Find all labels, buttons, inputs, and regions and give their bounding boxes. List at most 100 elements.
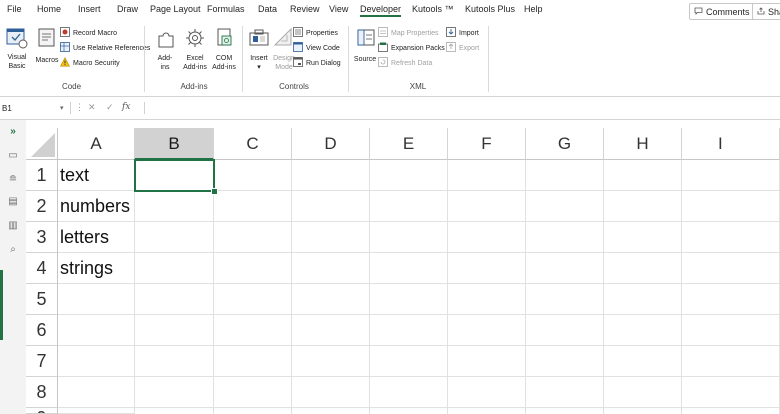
refresh-data-label: Refresh Data [391,59,433,67]
group-divider [348,26,349,92]
visual-basic-button[interactable] [5,26,29,50]
menu-file[interactable]: File [7,4,22,14]
menu-review[interactable]: Review [290,4,320,14]
addins-button[interactable] [156,28,176,50]
warning-icon [59,57,71,69]
export-button[interactable]: Export [446,42,479,54]
menu-page-layout[interactable]: Page Layout [150,4,201,14]
column-header-i[interactable]: I [682,128,780,160]
row-header-6[interactable]: 6 [26,315,58,346]
column-header-a[interactable]: A [58,128,135,160]
comments-label: Comments [706,6,750,17]
view-code-button[interactable]: View Code [293,42,340,54]
cell-a1[interactable]: text [58,160,135,191]
menu-draw[interactable]: Draw [117,4,138,14]
row-header-7[interactable]: 7 [26,346,58,377]
cell-a3[interactable]: letters [58,222,135,253]
group-divider [144,26,145,92]
macro-security-button[interactable]: Macro Security [59,57,120,69]
dots-icon: ⋮ [75,102,84,112]
run-dialog-button[interactable]: Run Dialog [293,57,341,69]
column-header-h[interactable]: H [604,128,682,160]
menu-developer[interactable]: Developer [360,4,402,17]
select-all-button[interactable] [26,128,58,160]
cell-a2[interactable]: numbers [58,191,135,222]
design-mode-button[interactable] [273,27,293,49]
formula-input[interactable] [148,101,780,115]
cancel-icon[interactable]: ✕ [88,102,96,113]
insert-control-button[interactable] [248,27,270,49]
name-box[interactable]: B1 ▾ [2,101,64,115]
insert-function-icon[interactable]: fx [122,102,130,112]
column-header-c[interactable]: C [214,128,292,160]
row-header-5[interactable]: 5 [26,284,58,315]
com-addins-button[interactable] [214,27,234,49]
comments-button[interactable]: Comments [689,3,755,20]
comment-icon [694,7,703,17]
design-mode-icon [273,27,292,46]
empty-cells-area[interactable] [135,160,780,414]
macros-button[interactable] [36,26,58,50]
map-properties-icon [378,27,388,39]
name-box-value: B1 [2,103,12,113]
menu-insert[interactable]: Insert [78,4,101,14]
expand-pane-icon[interactable]: » [7,126,19,138]
record-macro-label: Record Macro [73,29,117,37]
record-macro-button[interactable]: Record Macro [60,27,117,39]
menu-view[interactable]: View [329,4,348,14]
menu-data[interactable]: Data [258,4,277,14]
menu-kutools[interactable]: Kutools ™ [412,4,454,14]
cell-a7[interactable] [58,346,135,377]
expansion-packs-button[interactable]: Expansion Packs [378,42,445,54]
excel-addins-button[interactable] [184,27,206,49]
map-properties-button[interactable]: Map Properties [378,27,438,39]
autotext-icon[interactable]: ▤ [7,196,19,208]
share-icon [757,6,765,17]
xml-source-button[interactable] [356,27,376,49]
use-relative-references-button[interactable]: Use Relative References [60,42,150,54]
cell-a9[interactable] [58,408,135,414]
refresh-data-button[interactable]: Refresh Data [378,57,432,69]
menu-kutools-plus[interactable]: Kutools Plus [465,4,515,14]
row-header-4[interactable]: 4 [26,253,58,284]
selected-cell-b1[interactable] [134,159,215,192]
row-header-9[interactable]: 9 [26,408,58,414]
import-button[interactable]: Import [446,27,479,39]
relative-references-icon [60,42,70,54]
share-button[interactable]: Sha [752,3,780,20]
properties-button[interactable]: Properties [293,27,338,39]
column-list-icon[interactable]: ▥ [7,220,19,232]
cell-a5[interactable] [58,284,135,315]
com-addins-label: COM Add-ins [212,55,236,71]
column-header-f[interactable]: F [448,128,526,160]
column-header-e[interactable]: E [370,128,448,160]
formula-bar-divider [144,102,145,114]
name-box-dropdown-icon[interactable]: ▾ [60,104,64,112]
row-header-8[interactable]: 8 [26,377,58,408]
macros-label: Macros [35,57,59,64]
cell-a6[interactable] [58,315,135,346]
enter-icon[interactable]: ✓ [106,102,114,113]
cell-a4[interactable]: strings [58,253,135,284]
properties-icon [293,27,303,39]
name-manager-icon[interactable]: ≘ [7,174,19,186]
macro-security-label: Macro Security [73,59,120,67]
refresh-data-icon [378,57,388,69]
use-relative-references-label: Use Relative References [73,44,151,52]
visual-basic-label: Visual Basic [7,54,27,70]
row-header-1[interactable]: 1 [26,160,58,191]
import-icon [446,27,456,39]
find-replace-icon[interactable]: ⌕ [7,244,19,256]
row-header-2[interactable]: 2 [26,191,58,222]
column-header-b[interactable]: B [135,128,214,160]
fill-handle[interactable] [211,188,218,195]
addins-icon [158,32,174,48]
menu-formulas[interactable]: Formulas [207,4,245,14]
cell-a8[interactable] [58,377,135,408]
column-header-d[interactable]: D [292,128,370,160]
column-header-g[interactable]: G [526,128,604,160]
menu-home[interactable]: Home [37,4,61,14]
workbook-icon[interactable]: ▭ [7,150,19,162]
menu-help[interactable]: Help [524,4,543,14]
row-header-3[interactable]: 3 [26,222,58,253]
